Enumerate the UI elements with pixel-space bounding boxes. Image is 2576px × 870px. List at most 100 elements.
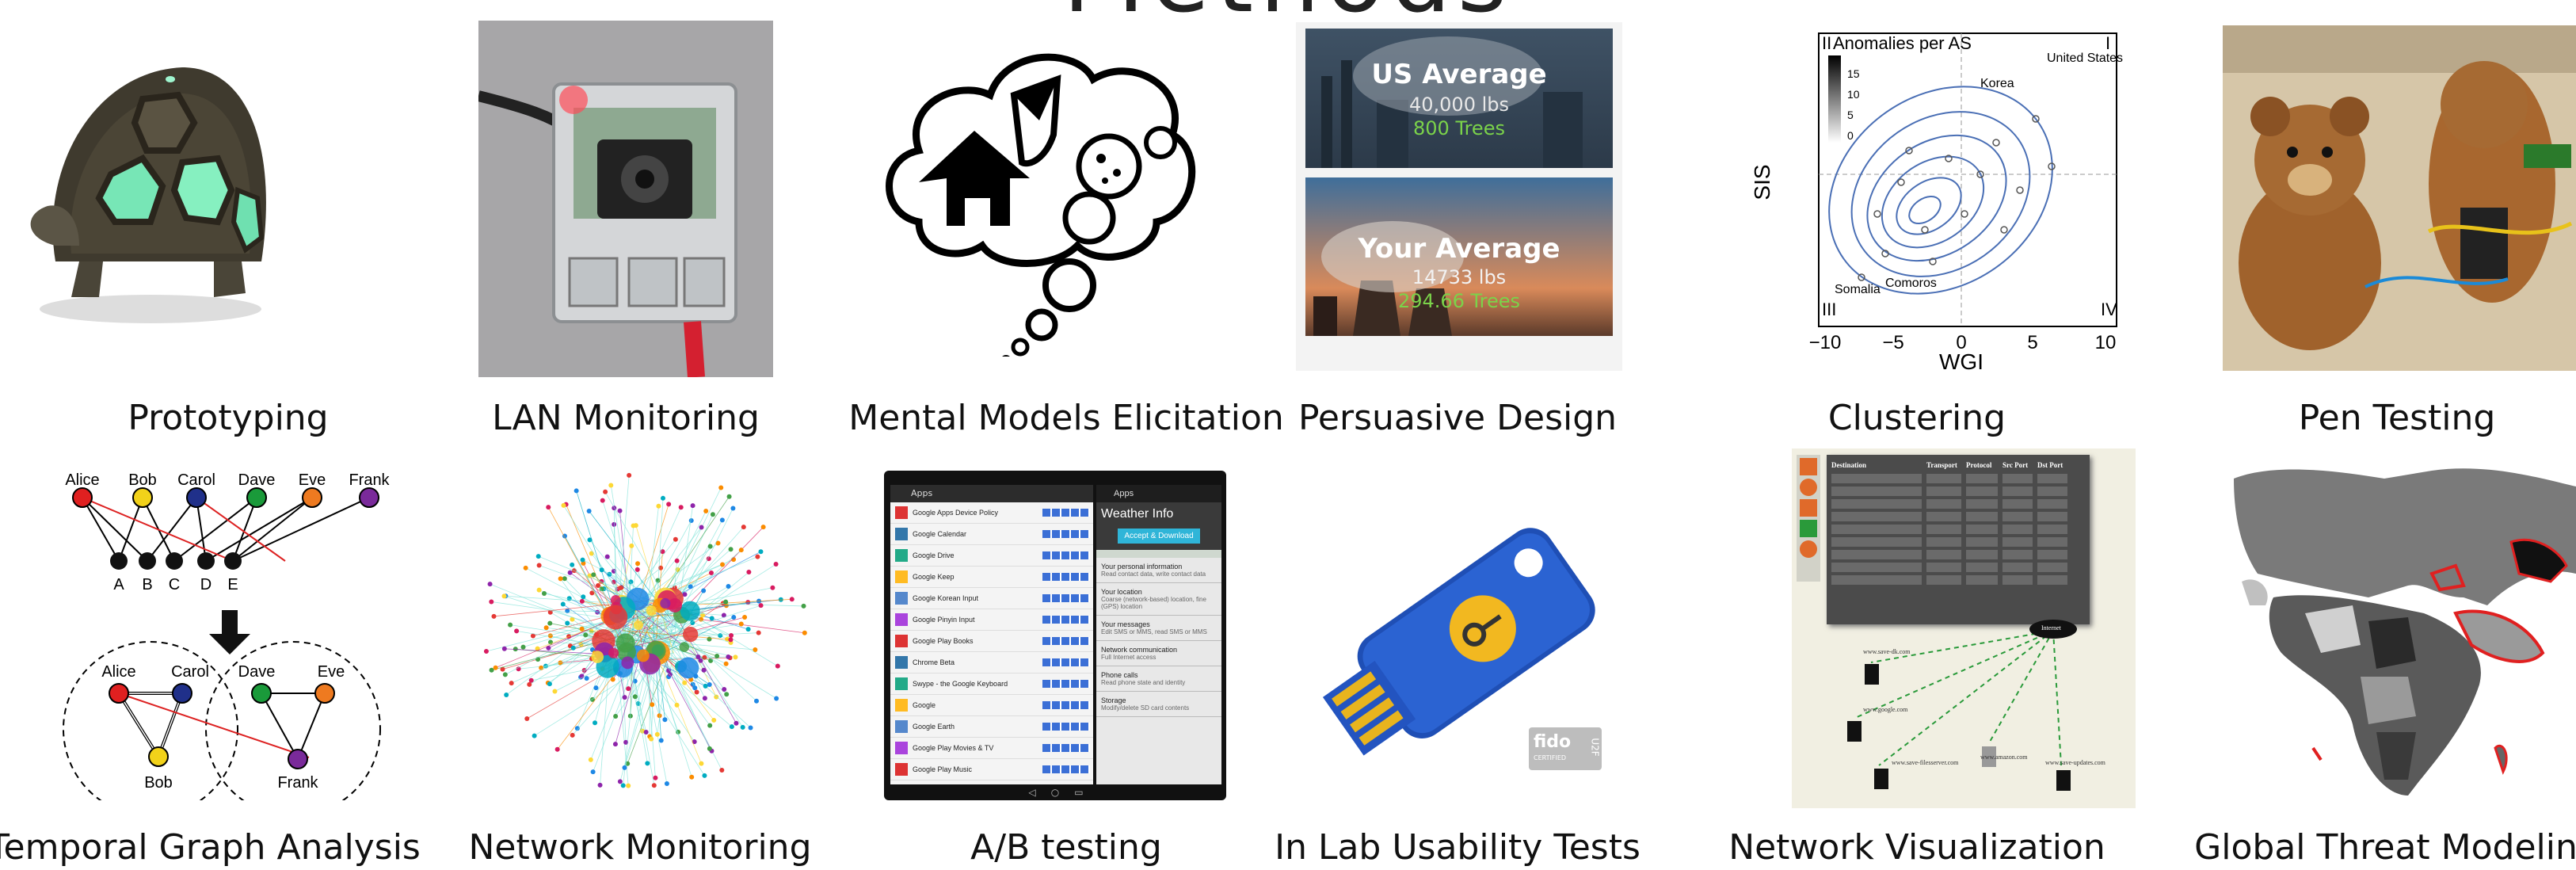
network-node	[689, 774, 695, 780]
network-node	[773, 562, 779, 567]
rating-bar	[1042, 530, 1090, 538]
threat-modeling-map	[2226, 447, 2576, 811]
caption-ab-testing: A/B testing	[970, 827, 1162, 868]
app-name: Swype - the Google Keyboard	[913, 680, 1008, 688]
network-node	[666, 502, 672, 507]
permission-detail: Coarse (network-based) location, fine (G…	[1101, 596, 1206, 610]
app-list-row[interactable]: Google Play Books	[890, 631, 1093, 652]
permission-item[interactable]: Your location Coarse (network-based) loca…	[1096, 583, 1221, 616]
permission-item[interactable]: Your messages Edit SMS or MMS, read SMS o…	[1096, 616, 1221, 641]
clustering-plot: Anomalies per AS 15 10 5 0 II I III IV U…	[1743, 24, 2123, 372]
app-name: Google Play Books	[913, 637, 974, 645]
network-hub-node	[679, 642, 690, 652]
ab-right-screen: Apps Weather Info Accept & Download Your…	[1096, 485, 1221, 784]
network-node	[653, 775, 658, 780]
permission-title: Your messages	[1101, 620, 1150, 628]
network-node	[802, 630, 807, 635]
quadrant-label: IV	[2101, 300, 2117, 319]
host-label: www.amazon.com	[1980, 754, 2028, 761]
app-icon	[895, 506, 908, 519]
app-icon	[895, 635, 908, 647]
app-name: Google Keep	[913, 573, 955, 581]
app-icon	[895, 677, 908, 690]
person-label: Dave	[238, 471, 276, 489]
app-icon	[895, 720, 908, 733]
app-list-row[interactable]: Google	[890, 695, 1093, 716]
app-icon	[895, 763, 908, 776]
network-node	[610, 677, 615, 682]
app-list-row[interactable]: Swype - the Google Keyboard	[890, 673, 1093, 695]
network-node	[662, 717, 668, 723]
network-node	[673, 536, 678, 542]
network-node	[723, 599, 729, 605]
network-node	[702, 696, 707, 701]
app-icon	[895, 656, 908, 669]
app-list-row[interactable]: Google Earth	[890, 716, 1093, 738]
network-node	[536, 587, 542, 593]
network-node	[801, 603, 806, 609]
network-node	[501, 646, 507, 651]
permission-item[interactable]: Phone calls Read phone state and identity	[1096, 666, 1221, 692]
network-node	[708, 570, 714, 576]
caption-mental-models: Mental Models Elicitation	[848, 398, 1284, 438]
caption-clustering: Clustering	[1827, 398, 2006, 438]
permission-detail: Read contact data, write contact data	[1101, 570, 1206, 578]
network-node	[728, 637, 734, 643]
network-node	[741, 525, 746, 530]
caption-usability-tests: In Lab Usability Tests	[1275, 827, 1640, 868]
network-node	[699, 761, 704, 766]
app-list-row[interactable]: Google Korean Input	[890, 588, 1093, 609]
phone-nav-bar: ◁ ○ ▭	[1028, 787, 1084, 798]
network-node	[770, 585, 775, 590]
network-node	[707, 544, 713, 549]
host-label: www.save-filesserver.com	[1892, 759, 1959, 766]
network-node	[731, 615, 737, 620]
network-hub-node	[591, 651, 604, 663]
network-node	[710, 512, 715, 517]
network-node	[508, 622, 513, 628]
app-list-row[interactable]: Google Pinyin Input	[890, 609, 1093, 631]
network-node	[622, 695, 627, 700]
x-tick: −10	[1809, 332, 1842, 353]
app-list-row[interactable]: Google Calendar	[890, 524, 1093, 545]
permission-item[interactable]: Storage Modify/delete SD card contents	[1096, 692, 1221, 717]
network-node	[664, 781, 669, 787]
caption-lan-monitoring: LAN Monitoring	[492, 398, 760, 438]
network-node	[514, 628, 520, 634]
network-node	[632, 694, 638, 700]
network-node	[722, 686, 727, 692]
network-node	[709, 616, 714, 621]
lan-monitoring-image	[478, 21, 773, 377]
network-node	[645, 761, 650, 766]
app-list-row[interactable]: Chrome Beta	[890, 652, 1093, 673]
fido-badge: fido CERTIFIED U2F	[1529, 727, 1602, 770]
persuasive-top-panel: US Average 40,000 lbs 800 Trees	[1305, 29, 1613, 168]
app-list-row[interactable]: Google Play Music	[890, 759, 1093, 780]
network-node	[543, 625, 549, 631]
weather-app-title: Weather Info	[1096, 502, 1221, 526]
quadrant-label: I	[2105, 33, 2110, 53]
network-node	[746, 570, 752, 575]
network-node	[493, 665, 498, 670]
network-node	[597, 782, 603, 788]
network-node	[617, 508, 623, 513]
permission-item[interactable]: Your personal information Read contact da…	[1096, 558, 1221, 583]
clustering-legend-title: Anomalies per AS	[1833, 33, 1972, 53]
rating-bar	[1042, 701, 1090, 709]
caption-persuasive-design: Persuasive Design	[1298, 398, 1618, 438]
app-list-row[interactable]: Google Keep	[890, 567, 1093, 588]
network-node	[723, 661, 729, 666]
network-node	[707, 636, 712, 642]
accept-download-button[interactable]: Accept & Download	[1118, 528, 1200, 544]
app-list-row[interactable]: Google Play Movies & TV	[890, 738, 1093, 759]
host-label: www.save-updates.com	[2045, 759, 2105, 766]
app-list-row[interactable]: Google Drive	[890, 545, 1093, 567]
app-list-row[interactable]: Google Apps Device Policy	[890, 502, 1093, 524]
rating-bar	[1042, 637, 1090, 645]
network-node	[547, 620, 553, 626]
rating-bar	[1042, 594, 1090, 602]
network-node	[742, 614, 748, 620]
network-node	[541, 591, 547, 597]
us-average-heading: US Average	[1371, 59, 1547, 90]
permission-item[interactable]: Network communication Full Internet acces…	[1096, 641, 1221, 666]
